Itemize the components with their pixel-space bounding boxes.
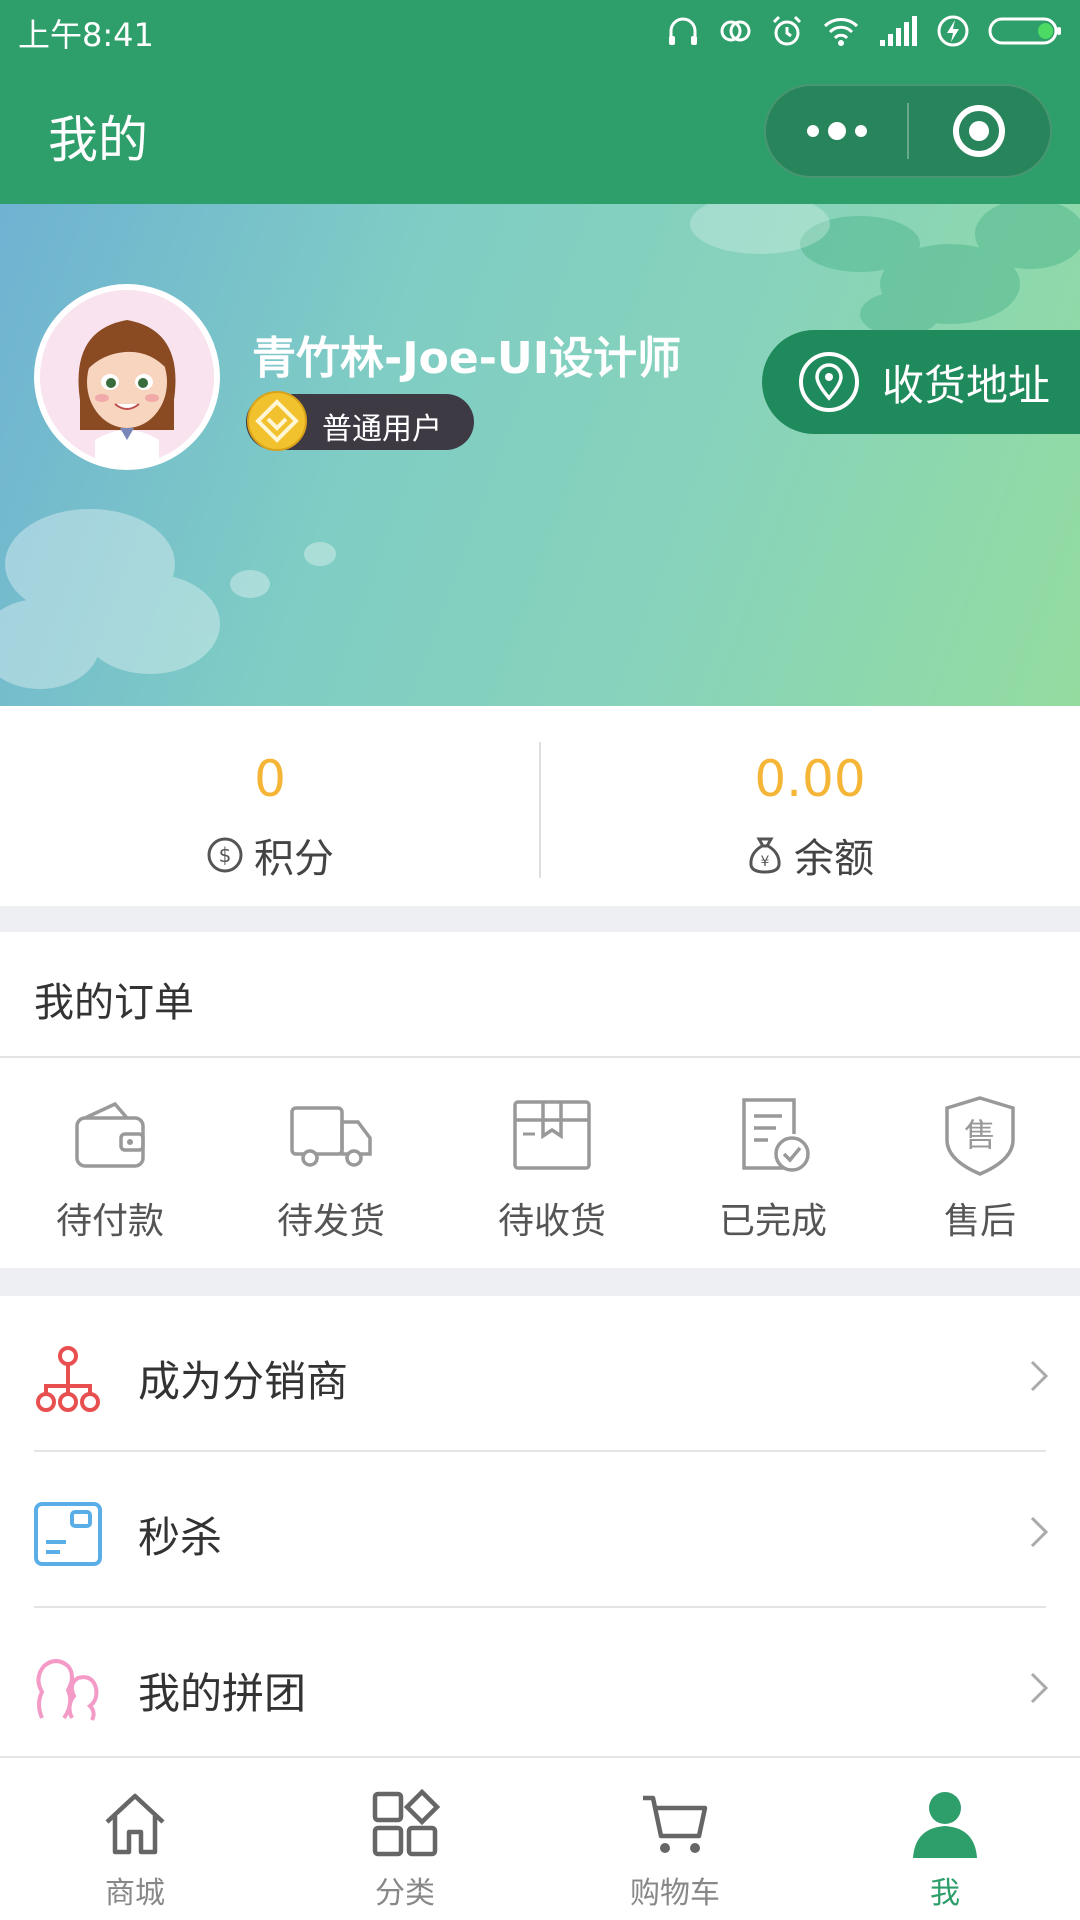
order-pending-shipment[interactable]: 待发货: [241, 1090, 421, 1242]
order-label: 待发货: [276, 1201, 385, 1242]
order-after-sales[interactable]: 售 售后: [890, 1090, 1070, 1242]
close-target-button[interactable]: [909, 86, 1050, 176]
svg-text:售: 售: [964, 1116, 996, 1154]
cartoon-avatar-icon: [40, 290, 214, 464]
menu-item-label: 成为分销商: [138, 1357, 349, 1406]
wallet-icon: [75, 1101, 145, 1168]
member-level-badge: 普通用户: [246, 391, 474, 451]
location-pin-icon: [799, 352, 859, 412]
section-gap: [0, 906, 1080, 932]
chevron-right-icon: [1030, 1516, 1049, 1548]
status-bar: 上午8:41: [0, 0, 1080, 62]
wifi-icon: [823, 18, 859, 46]
tab-me[interactable]: 我: [810, 1758, 1080, 1920]
cart-icon: [643, 1795, 708, 1853]
tab-mall[interactable]: 商城: [0, 1758, 270, 1920]
points-label: 积分: [254, 836, 334, 882]
tab-label: 分类: [375, 1876, 435, 1911]
shipping-address-button[interactable]: 收货地址: [762, 330, 1080, 434]
avatar[interactable]: [34, 284, 220, 470]
svg-text:$: $: [219, 843, 232, 867]
group-buy-icon: [36, 1659, 99, 1721]
menu-item-become-distributor[interactable]: 成为分销商: [0, 1296, 1080, 1452]
chevron-right-icon: [1030, 1672, 1049, 1704]
coin-dollar-icon: $: [207, 837, 243, 873]
signal-icon: [880, 16, 917, 46]
tab-category[interactable]: 分类: [270, 1758, 540, 1920]
status-icons: [666, 12, 1062, 50]
tab-label: 我: [930, 1876, 960, 1911]
my-orders-title[interactable]: 我的订单: [34, 970, 194, 1028]
mini-program-capsule: [764, 84, 1052, 178]
charging-icon: [937, 15, 969, 47]
shield-icon: 售: [945, 1096, 1015, 1176]
battery-icon: [988, 17, 1061, 45]
truck-icon: [290, 1106, 372, 1167]
page-title: 我的: [48, 111, 148, 169]
svg-text:¥: ¥: [761, 854, 770, 870]
person-icon: [913, 1792, 977, 1858]
alarm-icon: [772, 15, 802, 46]
vip-diamond-icon: [247, 391, 307, 451]
balance-stat[interactable]: 0.00 ¥ 余额: [540, 706, 1080, 906]
menu-item-group-buy[interactable]: 我的拼团: [0, 1608, 1080, 1764]
flash-sale-card-icon: [34, 1502, 102, 1566]
member-level-text: 普通用户: [322, 412, 442, 447]
target-icon: [953, 105, 1006, 157]
nav-bar: 我的: [0, 62, 1080, 204]
more-button[interactable]: [766, 86, 907, 176]
order-label: 售后: [943, 1201, 1016, 1242]
bottom-tab-bar: 商城 分类 购物车 我: [0, 1756, 1080, 1920]
menu-item-label: 我的拼团: [138, 1669, 307, 1718]
order-label: 已完成: [718, 1201, 827, 1242]
headphones-icon: [669, 17, 697, 45]
points-value: 0: [254, 750, 286, 808]
order-pending-receipt[interactable]: 待收货: [462, 1090, 642, 1242]
profile-banner: 青竹林-Joe-UI设计师 普通用户 收货地址: [0, 204, 1080, 706]
distribution-network-icon: [36, 1346, 100, 1412]
tab-cart[interactable]: 购物车: [540, 1758, 810, 1920]
home-icon: [105, 1793, 165, 1855]
menu-item-label: 秒杀: [138, 1513, 223, 1562]
points-stat[interactable]: 0 $ 积分: [0, 706, 540, 906]
section-gap: [0, 1268, 1080, 1296]
sync-icon: [720, 20, 751, 42]
tab-label: 商城: [105, 1876, 165, 1911]
shipping-address-label: 收货地址: [882, 360, 1051, 410]
order-label: 待收货: [497, 1201, 606, 1242]
document-check-icon: [742, 1098, 810, 1172]
orders-divider: [0, 1056, 1080, 1058]
account-stats: 0 $ 积分 0.00 ¥ 余额: [0, 706, 1080, 906]
order-pending-payment[interactable]: 待付款: [20, 1090, 200, 1242]
order-completed[interactable]: 已完成: [683, 1090, 863, 1242]
balance-value: 0.00: [754, 750, 866, 808]
balance-label: 余额: [794, 836, 874, 882]
status-time: 上午8:41: [18, 16, 154, 54]
username: 青竹林-Joe-UI设计师: [252, 333, 682, 384]
tab-label: 购物车: [630, 1876, 720, 1911]
package-icon: [513, 1100, 591, 1170]
chevron-right-icon: [1030, 1360, 1049, 1392]
more-dots-icon: [806, 122, 867, 140]
order-label: 待付款: [55, 1201, 164, 1242]
menu-item-flash-sale[interactable]: 秒杀: [0, 1452, 1080, 1608]
money-bag-icon: ¥: [749, 837, 781, 874]
category-grid-icon: [372, 1788, 441, 1857]
